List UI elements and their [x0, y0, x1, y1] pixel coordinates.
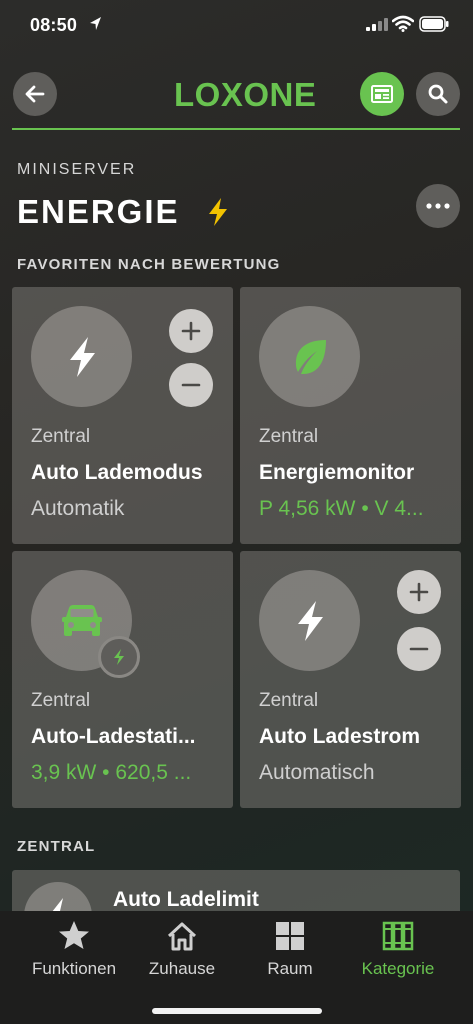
lightning-icon — [114, 649, 124, 665]
tab-kategorie[interactable]: Kategorie — [339, 919, 457, 979]
tab-label: Zuhause — [148, 959, 216, 978]
card-state: Automatik — [31, 497, 125, 520]
car-icon — [61, 604, 102, 636]
card-state: P 4,56 kW • V 4... — [259, 497, 424, 520]
page-title: ENERGIE — [17, 193, 180, 230]
card-icon-circle — [259, 306, 360, 407]
control-card-auto-ladestation[interactable]: Zentral Auto-Ladestati... 3,9 kW • 620,5… — [12, 551, 233, 808]
control-card-auto-lademodus[interactable]: Zentral Auto Lademodus Automatik — [12, 287, 233, 544]
plus-icon — [409, 582, 429, 602]
tab-raum[interactable]: Raum — [231, 919, 349, 979]
section-zentral-heading: ZENTRAL — [17, 838, 96, 855]
cellular-signal-icon — [366, 18, 388, 31]
minus-icon — [409, 647, 429, 651]
charging-badge — [98, 636, 140, 678]
list-item-label: Auto Ladelimit — [113, 888, 259, 911]
category-icon — [382, 921, 414, 951]
loxone-logo: LOXONE — [174, 76, 317, 113]
plus-icon — [181, 321, 201, 341]
news-button[interactable] — [360, 72, 404, 116]
leaf-icon — [295, 339, 326, 374]
card-room: Zentral — [259, 690, 319, 711]
minus-icon — [181, 383, 201, 387]
tab-label: Raum — [267, 959, 313, 978]
location-arrow-icon — [90, 17, 101, 30]
tab-zuhause[interactable]: Zuhause — [123, 919, 241, 979]
star-icon — [59, 921, 89, 949]
status-time: 08:50 — [30, 15, 78, 35]
house-icon — [167, 922, 197, 951]
card-name: Energiemonitor — [259, 461, 415, 484]
more-options-button[interactable] — [416, 184, 460, 228]
lightning-icon — [297, 600, 323, 641]
tab-label: Funktionen — [31, 959, 117, 978]
increase-button[interactable] — [169, 309, 213, 353]
control-card-energiemonitor[interactable]: Zentral Energiemonitor P 4,56 kW • V 4..… — [240, 287, 461, 544]
card-name: Auto Lademodus — [31, 461, 203, 484]
card-icon-circle — [31, 306, 132, 407]
battery-icon — [419, 16, 449, 32]
arrow-left-icon — [25, 85, 45, 103]
page-subtitle: MINISERVER — [17, 161, 137, 178]
home-indicator[interactable] — [152, 1008, 322, 1014]
card-state: Automatisch — [259, 761, 375, 784]
increase-button[interactable] — [397, 570, 441, 614]
newspaper-icon — [371, 85, 393, 103]
section-favorites-heading: FAVORITEN NACH BEWERTUNG — [17, 256, 281, 273]
header-divider — [12, 128, 460, 130]
card-name: Auto-Ladestati... — [31, 725, 196, 748]
tab-label: Kategorie — [361, 959, 435, 978]
control-card-auto-ladestrom[interactable]: Zentral Auto Ladestrom Automatisch — [240, 551, 461, 808]
card-room: Zentral — [31, 690, 91, 711]
search-button[interactable] — [416, 72, 460, 116]
back-button[interactable] — [13, 72, 57, 116]
card-room: Zentral — [259, 426, 319, 447]
decrease-button[interactable] — [397, 627, 441, 671]
status-bar: 08:50 — [0, 0, 473, 50]
card-state: 3,9 kW • 620,5 ... — [31, 761, 192, 784]
wifi-icon — [392, 15, 414, 32]
grid-icon — [276, 922, 304, 950]
lightning-icon — [69, 336, 95, 377]
card-room: Zentral — [31, 426, 91, 447]
search-icon — [428, 84, 448, 104]
decrease-button[interactable] — [169, 363, 213, 407]
lightning-icon — [209, 198, 227, 226]
more-dots-icon — [426, 203, 450, 209]
card-icon-circle — [259, 570, 360, 671]
tab-funktionen[interactable]: Funktionen — [15, 919, 133, 979]
card-name: Auto Ladestrom — [259, 725, 421, 748]
